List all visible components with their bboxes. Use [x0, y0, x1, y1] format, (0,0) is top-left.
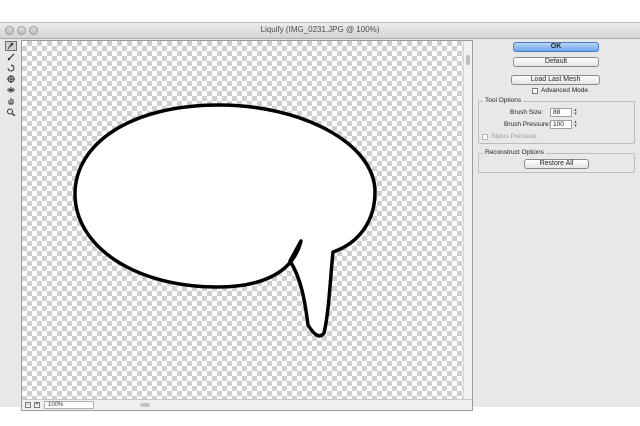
brush-pressure-stepper[interactable]: ▴ ▾	[573, 120, 578, 129]
brush-size-label: Brush Size:	[510, 109, 544, 116]
zoom-in-button[interactable]: +	[34, 402, 40, 408]
brush-pressure-label: Brush Pressure:	[504, 121, 551, 128]
advanced-mode-label: Advanced Mode	[541, 87, 588, 94]
tool-options-legend: Tool Options	[483, 97, 524, 104]
brush-size-stepper[interactable]: ▴ ▾	[573, 108, 578, 117]
horizontal-scroll-thumb[interactable]	[140, 403, 150, 407]
forward-warp-tool-icon[interactable]	[5, 41, 17, 51]
zoom-out-button[interactable]: −	[25, 402, 31, 408]
tool-options-group: Tool Options Brush Size: 88 ▴ ▾ Brush Pre…	[478, 97, 635, 144]
bloat-tool-icon[interactable]	[5, 85, 17, 95]
preview-frame: − + 100%	[21, 40, 473, 411]
restore-all-button[interactable]: Restore All	[524, 159, 589, 169]
reconstruct-tool-icon[interactable]	[5, 52, 17, 62]
vertical-scrollbar[interactable]	[463, 41, 472, 399]
reconstruct-options-group: Reconstruct Options Restore All	[478, 149, 635, 173]
brush-pressure-field[interactable]: 100	[550, 120, 572, 129]
status-bar: − + 100%	[22, 399, 472, 410]
options-panel: OK Default Load Last Mesh Advanced Mode …	[475, 40, 640, 400]
preview-canvas[interactable]	[22, 41, 464, 399]
zoom-tool-icon[interactable]	[5, 107, 17, 117]
twirl-tool-icon[interactable]	[5, 63, 17, 73]
stylus-pressure-label: Stylus Pressure	[491, 133, 537, 140]
window-title: Liquify (IMG_0231.JPG @ 100%)	[260, 25, 380, 34]
tool-strip	[3, 40, 18, 400]
hand-tool-icon[interactable]	[5, 96, 17, 106]
ok-button[interactable]: OK	[513, 42, 599, 52]
load-last-mesh-button[interactable]: Load Last Mesh	[511, 75, 600, 85]
reconstruct-options-legend: Reconstruct Options	[483, 149, 546, 156]
brush-size-field[interactable]: 88	[550, 108, 572, 117]
liquify-window: Liquify (IMG_0231.JPG @ 100%) − + 100% O…	[0, 22, 640, 411]
advanced-mode-checkbox[interactable]	[532, 88, 538, 94]
zoom-level-field[interactable]: 100%	[44, 401, 94, 409]
stylus-pressure-checkbox[interactable]	[482, 134, 488, 140]
default-button[interactable]: Default	[513, 57, 599, 67]
pucker-tool-icon[interactable]	[5, 74, 17, 84]
speech-bubble-image	[73, 103, 377, 338]
vertical-scroll-thumb[interactable]	[466, 55, 470, 65]
title-bar: Liquify (IMG_0231.JPG @ 100%)	[0, 23, 640, 39]
